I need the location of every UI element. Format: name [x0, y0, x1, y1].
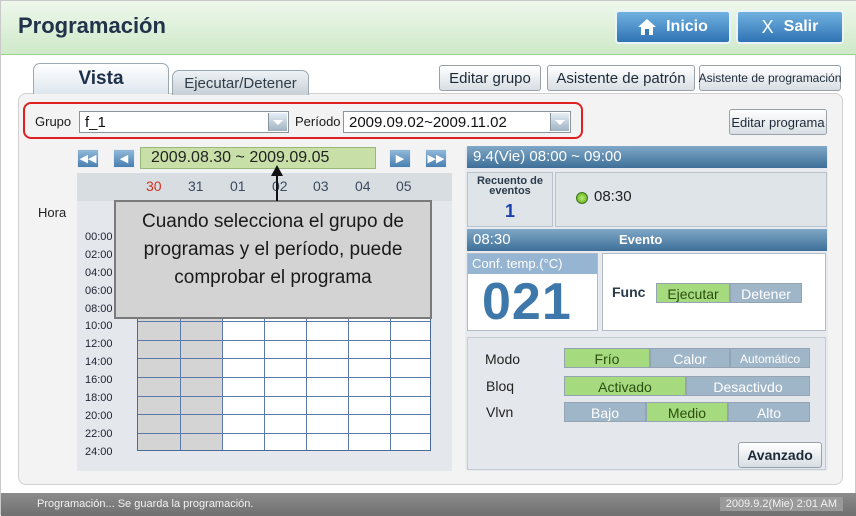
temperature-panel: Conf. temp.(°C) 021	[467, 253, 598, 331]
edit-program-button[interactable]: Editar programa	[729, 109, 827, 135]
event-detail-title: Evento	[619, 232, 663, 247]
time-label: 00:00	[85, 231, 113, 243]
dropdown-arrow-icon[interactable]	[268, 113, 287, 131]
dropdown-arrow-icon[interactable]	[550, 113, 569, 131]
status-bar: Programación... Se guarda la programació…	[1, 493, 856, 516]
time-label: 22:00	[85, 428, 113, 440]
time-label: 18:00	[85, 392, 113, 404]
fan-medium-button[interactable]: Medio	[646, 402, 728, 422]
time-label: 10:00	[85, 320, 113, 332]
mode-frio-button[interactable]: Frío	[564, 348, 650, 368]
day-header: 31	[188, 178, 204, 194]
mode-calor-button[interactable]: Calor	[650, 348, 730, 368]
callout-arrow	[271, 165, 283, 201]
schedule-wizard-button[interactable]: Asistente de programación	[699, 65, 841, 91]
event-time[interactable]: 08:30	[594, 188, 632, 205]
pattern-wizard-button[interactable]: Asistente de patrón	[547, 65, 695, 91]
tooltip-callout: Cuando selecciona el grupo de programas …	[114, 200, 432, 319]
time-label: 02:00	[85, 249, 113, 261]
advanced-button[interactable]: Avanzado	[738, 442, 822, 468]
time-label: 20:00	[85, 410, 113, 422]
first-page-icon[interactable]: ◀◀	[77, 149, 99, 168]
lock-label: Bloq	[486, 378, 515, 394]
group-label: Grupo	[35, 114, 72, 129]
exit-button[interactable]: X Salir	[736, 10, 844, 44]
func-panel: Func Ejecutar Detener	[602, 253, 826, 331]
func-ejecutar-button[interactable]: Ejecutar	[656, 283, 730, 303]
home-button-label: Inicio	[666, 18, 708, 35]
day-header: 05	[396, 178, 412, 194]
grid-line	[138, 414, 430, 415]
group-select-value: f_1	[85, 114, 106, 131]
time-label: 14:00	[85, 356, 113, 368]
event-header: 9.4(Vie) 08:00 ~ 09:00	[467, 146, 827, 168]
status-datetime: 2009.9.2(Mie) 2:01 AM	[719, 497, 843, 511]
time-label: 12:00	[85, 338, 113, 350]
mode-label: Modo	[485, 351, 521, 367]
prev-page-icon[interactable]: ◀	[113, 149, 135, 168]
time-label: 24:00	[85, 446, 113, 458]
period-select[interactable]: 2009.09.02~2009.11.02	[343, 111, 571, 133]
fan-label: Vlvn	[486, 404, 514, 420]
hour-label: Hora	[38, 205, 67, 220]
status-message: Programación... Se guarda la programació…	[37, 498, 254, 510]
home-button[interactable]: Inicio	[615, 10, 731, 44]
temperature-label: Conf. temp.(°C)	[468, 254, 597, 274]
time-label: 04:00	[85, 267, 113, 279]
day-header: 03	[313, 178, 329, 194]
exit-button-label: Salir	[783, 18, 819, 35]
period-select-value: 2009.09.02~2009.11.02	[349, 114, 507, 131]
fan-low-button[interactable]: Bajo	[564, 402, 646, 422]
grid-line	[138, 433, 430, 434]
event-count-label: Recuento de eventos	[476, 175, 543, 197]
event-detail-time: 08:30	[473, 231, 511, 248]
mode-auto-button[interactable]: Automático	[730, 348, 810, 368]
tab-ejecutar-detener[interactable]: Ejecutar/Detener	[172, 70, 309, 95]
fan-high-button[interactable]: Alto	[728, 402, 810, 422]
grid-line	[138, 358, 430, 359]
grid-line	[138, 396, 430, 397]
group-select[interactable]: f_1	[79, 111, 289, 133]
event-list[interactable]: 08:30	[555, 172, 827, 227]
options-panel: Modo Frío Calor Automático Bloq Activado…	[467, 337, 826, 470]
lock-off-button[interactable]: Desactivdo	[686, 376, 810, 396]
event-count: 1	[504, 201, 515, 221]
period-label: Período	[295, 114, 341, 129]
tab-vista[interactable]: Vista	[33, 63, 169, 94]
page-title: Programación	[18, 13, 166, 38]
day-header: 04	[355, 178, 371, 194]
func-label: Func	[612, 284, 646, 300]
last-page-icon[interactable]: ▶▶	[425, 149, 447, 168]
time-label: 08:00	[85, 303, 113, 315]
lock-on-button[interactable]: Activado	[564, 376, 686, 396]
status-led-icon	[576, 192, 588, 204]
time-label: 16:00	[85, 374, 113, 386]
temperature-value: 021	[482, 273, 572, 331]
home-icon	[638, 19, 657, 35]
grid-line	[138, 321, 430, 322]
day-header: 01	[230, 178, 246, 194]
app-window: Programación Inicio X Salir Vista Ejecut…	[0, 0, 856, 516]
grid-line	[138, 377, 430, 378]
time-label: 06:00	[85, 285, 113, 297]
next-page-icon[interactable]: ▶	[389, 149, 411, 168]
func-detener-button[interactable]: Detener	[730, 283, 802, 303]
event-detail-bar: 08:30 Evento	[467, 229, 827, 251]
grid-line	[138, 340, 430, 341]
event-count-box: Recuento de eventos 1	[467, 172, 553, 227]
day-header: 30	[146, 178, 162, 194]
edit-group-button[interactable]: Editar grupo	[439, 65, 541, 91]
title-bar: Programación Inicio X Salir	[1, 1, 856, 55]
date-range: 2009.08.30 ~ 2009.09.05	[140, 147, 376, 169]
close-icon: X	[761, 16, 774, 37]
